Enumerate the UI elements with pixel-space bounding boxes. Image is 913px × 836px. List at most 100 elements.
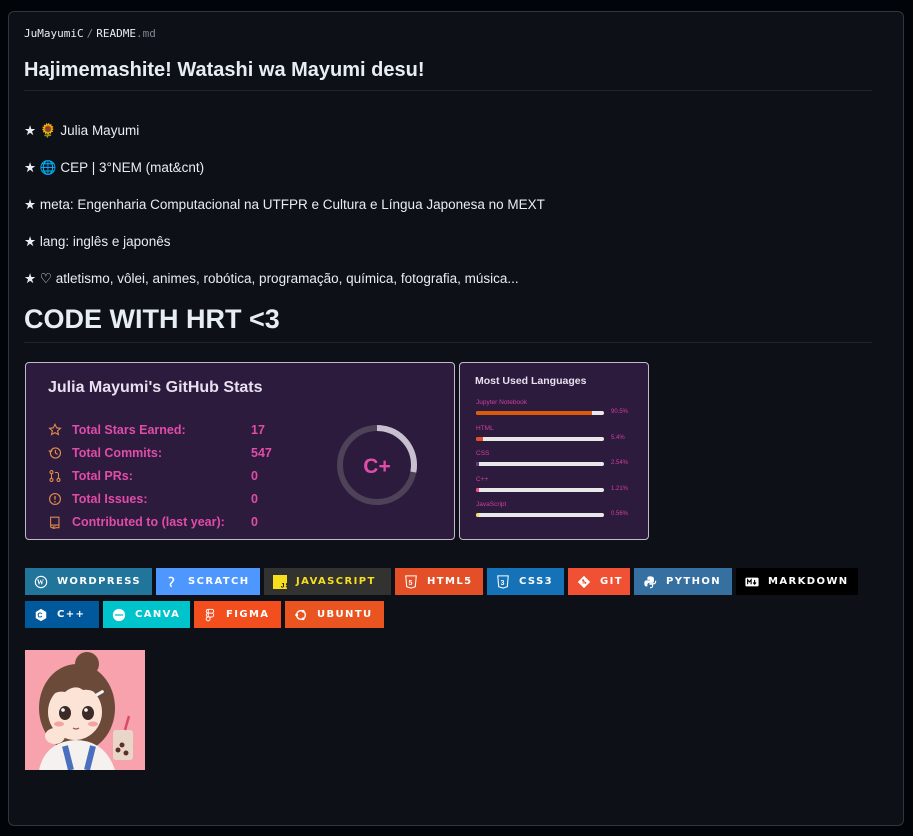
- stat-value: 547: [251, 446, 272, 460]
- stat-row-stars: Total Stars Earned: 17: [48, 421, 265, 439]
- heart-icon: ♡: [39, 271, 52, 286]
- language-percent: 5.4%: [611, 434, 625, 441]
- sunflower-icon: 🌻: [39, 123, 57, 138]
- wordpress-icon: W: [34, 575, 48, 589]
- avatar-illustration: [25, 650, 145, 770]
- intro-text: lang: inglês e japonês: [39, 234, 171, 249]
- svg-text:5: 5: [408, 580, 413, 587]
- language-item: JavaScript 0.56%: [475, 501, 645, 525]
- stat-label: Contributed to (last year):: [72, 515, 225, 529]
- github-stats-card[interactable]: Julia Mayumi's GitHub Stats Total Stars …: [25, 362, 455, 540]
- stat-value: 0: [251, 469, 258, 483]
- badge-label: C++: [57, 609, 86, 620]
- intro-text: atletismo, vôlei, animes, robótica, prog…: [51, 271, 519, 286]
- badge-ubuntu[interactable]: UBUNTU: [285, 601, 384, 628]
- star-prefix: ★: [24, 271, 40, 286]
- badge-label: CANVA: [135, 609, 181, 620]
- intro-line-languages: ★ lang: inglês e japonês: [24, 234, 170, 250]
- star-prefix: ★: [24, 197, 40, 212]
- stat-value: 0: [251, 492, 258, 506]
- scratch-icon: [165, 575, 179, 589]
- badge-label: PYTHON: [666, 576, 722, 587]
- language-percent: 0.56%: [611, 511, 629, 517]
- language-percent: 1.21%: [611, 485, 629, 492]
- markdown-icon: [745, 575, 759, 589]
- svg-text:W: W: [37, 578, 45, 586]
- badge-figma[interactable]: FIGMA: [194, 601, 281, 628]
- intro-line-hobbies: ★ ♡ atletismo, vôlei, animes, robótica, …: [24, 271, 519, 287]
- language-bar-fill: [476, 513, 480, 517]
- languages-card-title: Most Used Languages: [475, 375, 587, 387]
- star-prefix: ★: [24, 160, 40, 175]
- badge-python[interactable]: PYTHON: [634, 568, 732, 595]
- badge-html5[interactable]: 5 HTML5: [395, 568, 483, 595]
- html5-icon: 5: [404, 574, 418, 589]
- star-prefix: ★: [24, 234, 40, 249]
- language-bar-track: [476, 462, 604, 466]
- repo-owner-link[interactable]: JuMayumiC: [24, 27, 84, 40]
- stat-row-issues: Total Issues: 0: [48, 490, 258, 508]
- language-bar-track: [476, 436, 604, 441]
- intro-text: Julia Mayumi: [56, 123, 140, 138]
- css3-icon: 3: [496, 574, 510, 589]
- javascript-icon: JS: [273, 574, 287, 589]
- language-bar-fill: [476, 411, 592, 415]
- language-percent: 2.54%: [611, 460, 629, 466]
- stat-row-contributed: Contributed to (last year): 0: [48, 513, 258, 531]
- cplusplus-icon: C: [34, 608, 48, 622]
- language-percent: 90.5%: [611, 409, 629, 415]
- badge-javascript[interactable]: JS JAVASCRIPT: [264, 568, 391, 595]
- stat-value: 17: [251, 423, 265, 437]
- badge-label: WORDPRESS: [57, 576, 141, 587]
- badge-cplusplus[interactable]: C C++: [25, 601, 99, 628]
- language-bar-track: [476, 411, 604, 415]
- badge-label: JAVASCRIPT: [296, 576, 376, 587]
- badge-wordpress[interactable]: W WORDPRESS: [25, 568, 152, 595]
- language-bar-fill: [476, 487, 480, 492]
- star-icon: [48, 423, 62, 436]
- stat-label: Total PRs:: [72, 469, 133, 483]
- stat-value: 0: [251, 515, 258, 529]
- section-heading: CODE WITH HRT <3: [24, 304, 872, 343]
- language-bar-fill: [476, 462, 480, 466]
- language-name: C++: [476, 475, 489, 483]
- canva-icon: [112, 608, 126, 622]
- issue-icon: [49, 493, 61, 505]
- language-item: Jupyter Notebook 90.5%: [475, 399, 645, 423]
- badge-git[interactable]: GIT: [568, 568, 630, 595]
- badge-markdown[interactable]: MARKDOWN: [736, 568, 858, 595]
- svg-text:JS: JS: [281, 582, 287, 589]
- history-icon: [48, 447, 62, 459]
- intro-text: meta: Engenharia Computacional na UTFPR …: [39, 197, 545, 212]
- badge-canva[interactable]: CANVA: [103, 601, 190, 628]
- intro-text: CEP | 3°NEM (mat&cnt): [56, 160, 205, 175]
- language-name: Jupyter Notebook: [476, 399, 527, 406]
- star-prefix: ★: [24, 123, 40, 138]
- language-bar-track: [476, 487, 604, 492]
- file-extension: .md: [135, 27, 156, 40]
- page-heading: Hajimemashite! Watashi wa Mayumi desu!: [24, 59, 872, 91]
- language-bar-fill: [476, 436, 483, 441]
- badge-label: MARKDOWN: [768, 576, 849, 587]
- file-name[interactable]: README: [96, 27, 136, 40]
- ubuntu-icon: [294, 608, 308, 622]
- intro-line-goal: ★ meta: Engenharia Computacional na UTFP…: [24, 197, 545, 213]
- stat-label: Total Stars Earned:: [72, 423, 186, 437]
- stat-row-prs: Total PRs: 0: [48, 467, 258, 485]
- rank-ring: C+: [337, 425, 417, 505]
- pull-request-icon: [49, 470, 61, 482]
- badge-scratch[interactable]: SCRATCH: [156, 568, 260, 595]
- repo-icon: [50, 516, 60, 529]
- badge-label: HTML5: [427, 576, 473, 587]
- badge-label: SCRATCH: [188, 576, 250, 587]
- language-bar-track: [476, 513, 604, 517]
- language-item: CSS 2.54%: [475, 450, 645, 474]
- top-languages-card[interactable]: Most Used Languages Jupyter Notebook 90.5…: [459, 362, 649, 540]
- badge-label: FIGMA: [226, 609, 270, 620]
- intro-line-name: ★ 🌻 Julia Mayumi: [24, 123, 139, 139]
- badge-label: CSS3: [519, 576, 554, 587]
- badge-css3[interactable]: 3 CSS3: [487, 568, 564, 595]
- figma-icon: [203, 608, 217, 622]
- stats-card-title: Julia Mayumi's GitHub Stats: [48, 379, 263, 396]
- language-name: CSS: [476, 450, 490, 457]
